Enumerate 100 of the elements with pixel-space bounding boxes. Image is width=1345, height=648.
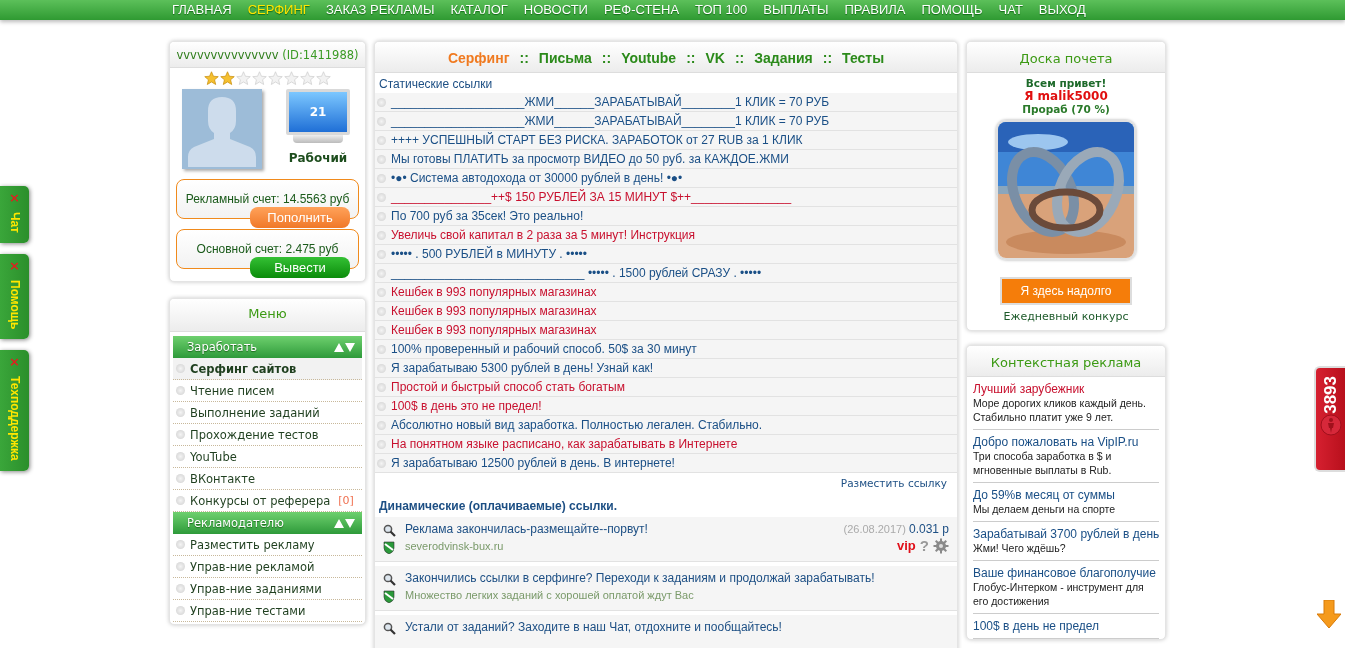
- ad-link[interactable]: 100$ в день это не предел!: [391, 399, 542, 413]
- menu-item[interactable]: Управ-ние заданиями: [173, 578, 362, 600]
- panel-title: Доска почета: [967, 42, 1165, 73]
- static-link-row[interactable]: 100% проверенный и рабочий способ. 50$ за 30 минут: [375, 340, 957, 359]
- static-link-row[interactable]: Кешбек в 993 популярных магазинах: [375, 302, 957, 321]
- menu-item[interactable]: Прохождение тестов: [173, 424, 362, 446]
- bullet-icon: [176, 562, 185, 571]
- menu-item[interactable]: ВКонтакте: [173, 468, 362, 490]
- static-link-row[interactable]: Абсолютно новый вид заработка. Полностью легален. Стабильно.: [375, 416, 957, 435]
- tab[interactable]: Youtube: [621, 50, 677, 66]
- menu-item-label: ВКонтакте: [190, 471, 256, 486]
- ad-link[interactable]: _____________________________ ••••• . 1500 рублей СРАЗУ . •••••: [391, 266, 762, 280]
- person-icon: [1319, 413, 1342, 436]
- ad-link[interactable]: ++++ УСПЕШНЫЙ СТАРТ БЕЗ РИСКА. ЗАРАБОТОК от 27 RUB за 1 КЛИК: [391, 133, 803, 147]
- menu-item[interactable]: Управ-ние тестами: [173, 600, 362, 622]
- ad-link[interactable]: Кешбек в 993 популярных магазинах: [391, 304, 597, 318]
- ad-title[interactable]: Лучший зарубежник: [973, 382, 1085, 396]
- static-link-row[interactable]: ••••• . 500 РУБЛЕЙ в МИНУТУ . •••••: [375, 245, 957, 264]
- menu-item-label: Выполнение заданий: [190, 405, 320, 420]
- ad-link[interactable]: Я зарабатываю 12500 рублей в день. В интернете!: [391, 456, 675, 470]
- ad-title[interactable]: 100$ в день не предел: [973, 619, 1100, 633]
- ad-link[interactable]: Кешбек в 993 популярных магазинах: [391, 323, 597, 337]
- ad-description: Мы делаем деньги на спорте: [973, 502, 1117, 516]
- ad-description: Глобус-Интерком - инструмент для его достижения: [973, 580, 1145, 608]
- static-link-row[interactable]: Мы готовы ПЛАТИТЬ за просмотр ВИДЕО до 50 руб. за КАЖДОЕ.ЖМИ: [375, 150, 957, 169]
- collapse-arrows-icon: [334, 518, 356, 528]
- ad-link[interactable]: Абсолютно новый вид заработка. Полностью легален. Стабильно.: [391, 418, 763, 432]
- ad-link[interactable]: Я зарабатываю 5300 рублей в день! Узнай как!: [391, 361, 654, 375]
- menu-item[interactable]: Выполнение заданий: [173, 402, 362, 424]
- ad-link[interactable]: _______________++$ 150 РУБЛЕЙ ЗА 15 МИНУТ $++_______________: [391, 190, 792, 204]
- static-link-row[interactable]: Я зарабатываю 5300 рублей в день! Узнай как!: [375, 359, 957, 378]
- menu-item[interactable]: Чтение писем: [173, 380, 362, 402]
- ad-link[interactable]: На понятном языке расписано, как зарабатывать в Интернете: [391, 437, 738, 451]
- paid-link[interactable]: Реклама закончилась-размещайте--порвут!: [405, 522, 648, 536]
- account-button[interactable]: Вывести: [250, 257, 350, 278]
- ad-link[interactable]: Мы готовы ПЛАТИТЬ за просмотр ВИДЕО до 50 руб. за КАЖДОЕ.ЖМИ: [391, 152, 789, 166]
- static-link-row[interactable]: ____________________ЖМИ______ЗАРАБАТЫВАЙ________1 КЛИК = 70 РУБ: [375, 112, 957, 131]
- avatar-icon: [182, 89, 262, 169]
- online-counter[interactable]: 3893: [1314, 366, 1345, 472]
- static-link-row[interactable]: _______________++$ 150 РУБЛЕЙ ЗА 15 МИНУТ $++_______________: [375, 188, 957, 207]
- paid-link[interactable]: Устали от заданий? Заходите в наш Чат, отдохните и пообщайтесь!: [405, 620, 782, 634]
- static-link-row[interactable]: На понятном языке расписано, как зарабатывать в Интернете: [375, 435, 957, 454]
- magnifier-icon: [383, 573, 396, 586]
- ad-title[interactable]: Зарабатывай 3700 рублей в день: [973, 527, 1160, 541]
- ad-title[interactable]: Добро пожаловать на VipIP.ru: [973, 435, 1139, 449]
- menu-item-label: Разместить рекламу: [190, 537, 315, 552]
- static-link-row[interactable]: Простой и быстрый способ стать богатым: [375, 378, 957, 397]
- tab[interactable]: VK: [705, 50, 725, 66]
- username: vvvvvvvvvvvvvvv (ID:1411988): [170, 42, 365, 68]
- menu-item[interactable]: Управ-ние рекламой: [173, 556, 362, 578]
- section-title: Статические ссылки: [378, 76, 494, 93]
- static-link-row[interactable]: Кешбек в 993 популярных магазинах: [375, 283, 957, 302]
- ad-description: Жми! Чего ждёшь?: [973, 541, 1067, 555]
- tab[interactable]: Тесты: [842, 50, 885, 66]
- menu-item-label: Чтение писем: [190, 383, 275, 398]
- static-link-row[interactable]: Кешбек в 993 популярных магазинах: [375, 321, 957, 340]
- place-link[interactable]: Разместить ссылку: [840, 477, 947, 489]
- menu-item[interactable]: Серфинг сайтов: [173, 358, 362, 380]
- menu-item-label: Серфинг сайтов: [190, 361, 297, 376]
- down-arrow-icon[interactable]: [1317, 600, 1341, 628]
- magnifier-icon: [383, 524, 396, 537]
- static-link-row[interactable]: •●• Система автодохода от 30000 рублей в день! •●•: [375, 169, 957, 188]
- ad-title[interactable]: До 59%в месяц от суммы: [973, 488, 1115, 502]
- static-link-row[interactable]: 100$ в день это не предел!: [375, 397, 957, 416]
- ad-link[interactable]: Кешбек в 993 популярных магазинах: [391, 285, 597, 299]
- tab-separator: ::: [519, 50, 529, 66]
- menu-item[interactable]: YouTube: [173, 446, 362, 468]
- tab[interactable]: Письма: [538, 50, 592, 66]
- ad-link[interactable]: •●• Система автодохода от 30000 рублей в день! •●•: [391, 171, 683, 185]
- ad-link[interactable]: 100% проверенный и рабочий способ. 50$ за 30 минут: [391, 342, 697, 356]
- tab[interactable]: Задания: [754, 50, 813, 66]
- static-link-row[interactable]: По 700 руб за 35сек! Это реально!: [375, 207, 957, 226]
- bullet-icon: [377, 458, 386, 468]
- collapse-arrows-icon: [334, 342, 356, 352]
- ad-link[interactable]: Простой и быстрый способ стать богатым: [391, 380, 625, 394]
- bullet-icon: [377, 173, 386, 183]
- tab-separator: ::: [822, 50, 833, 66]
- static-link-row[interactable]: ____________________ЖМИ______ЗАРАБАТЫВАЙ________1 КЛИК = 70 РУБ: [375, 93, 957, 112]
- ad-link[interactable]: ____________________ЖМИ______ЗАРАБАТЫВАЙ________1 КЛИК = 70 РУБ: [391, 114, 830, 128]
- tab-separator: ::: [734, 50, 745, 66]
- menu-item[interactable]: Разместить рекламу: [173, 534, 362, 556]
- gear-icon[interactable]: [933, 537, 949, 554]
- ad-title[interactable]: Ваше финансовое благополучие: [973, 566, 1156, 580]
- static-link-row[interactable]: ++++ УСПЕШНЫЙ СТАРТ БЕЗ РИСКА. ЗАРАБОТОК от 27 RUB за 1 КЛИК: [375, 131, 957, 150]
- bullet-icon: [377, 135, 386, 145]
- ad-link[interactable]: По 700 руб за 35сек! Это реально!: [391, 209, 584, 223]
- menu-item-label: Конкурсы от реферера: [190, 493, 331, 508]
- bullet-icon: [377, 344, 386, 354]
- counter-value: 3893: [1320, 376, 1341, 414]
- ad-link[interactable]: Увеличь свой капитал в 2 раза за 5 минут! Инструкция: [391, 228, 696, 242]
- static-link-row[interactable]: _____________________________ ••••• . 1500 рублей СРАЗУ . •••••: [375, 264, 957, 283]
- ad-link[interactable]: ••••• . 500 РУБЛЕЙ в МИНУТУ . •••••: [391, 247, 588, 261]
- link-description: Множество легких заданий с хорошей оплатой ждут Вас: [405, 589, 695, 601]
- bullet-icon: [176, 430, 185, 439]
- ad-link[interactable]: ____________________ЖМИ______ЗАРАБАТЫВАЙ________1 КЛИК = 70 РУБ: [391, 95, 830, 109]
- tab-separator: ::: [686, 50, 696, 66]
- static-link-row[interactable]: Я зарабатываю 12500 рублей в день. В интернете!: [375, 454, 957, 473]
- paid-link[interactable]: Закончились ссылки в серфинге? Переходи к заданиям и продолжай зарабатывать!: [405, 571, 875, 585]
- static-link-row[interactable]: Увеличь свой капитал в 2 раза за 5 минут! Инструкция: [375, 226, 957, 245]
- bullet-icon: [377, 192, 386, 202]
